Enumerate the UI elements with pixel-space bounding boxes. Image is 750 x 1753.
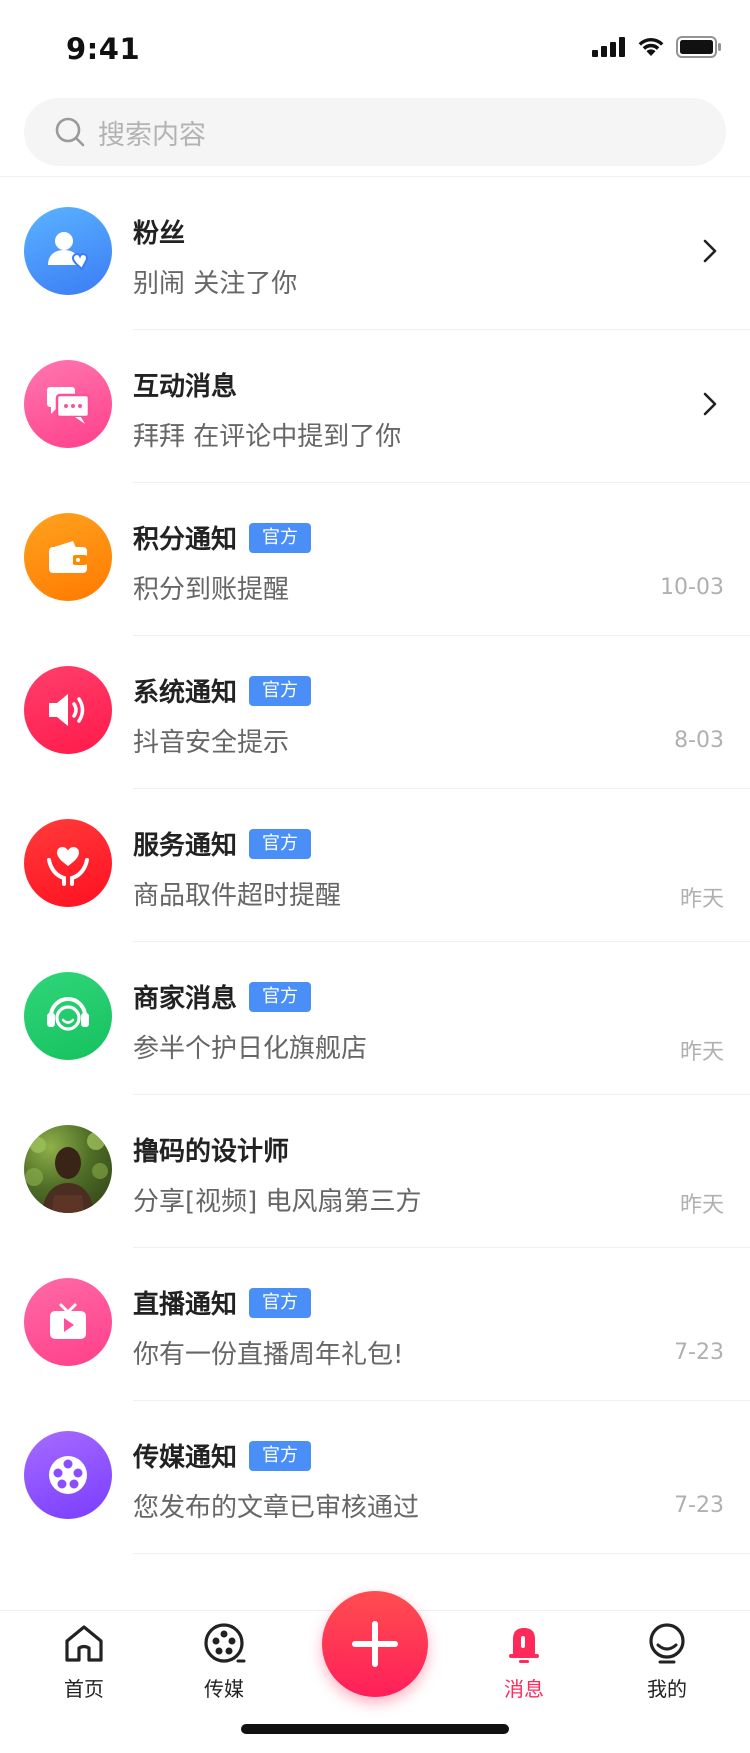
- heart-hands-icon: [24, 819, 112, 907]
- message-row-points[interactable]: 积分通知 官方 积分到账提醒 10-03: [0, 483, 750, 636]
- message-row-media[interactable]: 传媒通知 官方 您发布的文章已审核通过 7-23: [0, 1401, 750, 1554]
- battery-icon: [676, 36, 721, 58]
- film-reel-icon: [202, 1621, 246, 1665]
- message-title: 互动消息: [133, 372, 238, 402]
- tab-messages[interactable]: 消息: [469, 1621, 579, 1702]
- message-list: 粉丝 别闹 关注了你 互动消息 拜拜 在评论中提到了你 积分通知 官方 积分到账…: [0, 177, 750, 1554]
- message-title-line: 系统通知 官方: [133, 672, 312, 709]
- message-title-line: 粉丝: [133, 213, 185, 250]
- message-time: 10-03: [660, 575, 724, 600]
- speaker-icon: [24, 666, 112, 754]
- message-subtitle: 你有一份直播周年礼包!: [133, 1340, 404, 1370]
- wifi-icon: [638, 38, 664, 56]
- message-title-line: 互动消息: [133, 366, 237, 403]
- message-title-line: 商家消息 官方: [133, 978, 312, 1015]
- tab-label: 首页: [64, 1677, 104, 1701]
- message-subtitle: 商品取件超时提醒: [133, 881, 342, 911]
- message-subtitle: 抖音安全提示: [133, 728, 290, 758]
- message-row-service[interactable]: 服务通知 官方 商品取件超时提醒 昨天: [0, 789, 750, 942]
- official-badge: 官方: [249, 1287, 312, 1318]
- headset-icon: [24, 972, 112, 1060]
- home-icon: [62, 1621, 106, 1665]
- message-time: 8-03: [674, 728, 724, 753]
- status-icons: [592, 36, 722, 58]
- message-row-system[interactable]: 系统通知 官方 抖音安全提示 8-03: [0, 636, 750, 789]
- profile-icon: [645, 1621, 689, 1665]
- message-title: 服务通知: [133, 831, 238, 861]
- chevron-right-icon: [703, 239, 717, 263]
- message-row-designer[interactable]: 撸码的设计师 分享[视频] 电风扇第三方 昨天: [0, 1095, 750, 1248]
- tv-icon: [24, 1278, 112, 1366]
- message-subtitle: 您发布的文章已审核通过: [133, 1493, 420, 1523]
- signal-icon: [592, 37, 625, 57]
- search-input[interactable]: 搜索内容: [98, 113, 206, 152]
- fans-icon: [24, 207, 112, 295]
- official-badge: 官方: [249, 1440, 312, 1471]
- tab-home[interactable]: 首页: [29, 1621, 139, 1702]
- tab-label: 我的: [647, 1677, 687, 1701]
- message-subtitle: 拜拜 在评论中提到了你: [133, 422, 402, 452]
- search-bar[interactable]: 搜索内容: [24, 98, 726, 166]
- home-indicator: [241, 1724, 509, 1734]
- official-badge: 官方: [249, 828, 312, 859]
- message-title: 商家消息: [133, 984, 238, 1014]
- chat-icon: [24, 360, 112, 448]
- message-title-line: 积分通知 官方: [133, 519, 312, 556]
- tab-label: 消息: [504, 1677, 544, 1701]
- divider: [133, 1553, 750, 1554]
- search-icon: [54, 116, 86, 148]
- wallet-icon: [24, 513, 112, 601]
- message-time: 7-23: [674, 1340, 724, 1365]
- message-time: 昨天: [679, 887, 724, 912]
- tab-media[interactable]: 传媒: [169, 1621, 279, 1702]
- message-row-fans[interactable]: 粉丝 别闹 关注了你: [0, 177, 750, 330]
- message-time: 昨天: [679, 1040, 724, 1065]
- user-photo-avatar: [24, 1125, 112, 1213]
- official-badge: 官方: [249, 981, 312, 1012]
- create-button[interactable]: [322, 1591, 428, 1697]
- message-time: 昨天: [679, 1193, 724, 1218]
- message-row-live[interactable]: 直播通知 官方 你有一份直播周年礼包! 7-23: [0, 1248, 750, 1401]
- message-row-merchant[interactable]: 商家消息 官方 参半个护日化旗舰店 昨天: [0, 942, 750, 1095]
- message-title: 撸码的设计师: [133, 1137, 290, 1167]
- official-badge: 官方: [249, 522, 312, 553]
- message-title: 直播通知: [133, 1290, 238, 1320]
- status-time: 9:41: [66, 32, 141, 66]
- message-row-interaction[interactable]: 互动消息 拜拜 在评论中提到了你: [0, 330, 750, 483]
- message-title-line: 撸码的设计师: [133, 1131, 289, 1168]
- message-time: 7-23: [674, 1493, 724, 1518]
- chevron-right-icon: [703, 392, 717, 416]
- message-title-line: 传媒通知 官方: [133, 1437, 312, 1474]
- message-title: 传媒通知: [133, 1443, 238, 1473]
- film-reel-icon: [24, 1431, 112, 1519]
- status-bar: 9:41: [0, 0, 750, 98]
- message-subtitle: 参半个护日化旗舰店: [133, 1034, 368, 1064]
- message-title: 系统通知: [133, 678, 238, 708]
- message-title: 积分通知: [133, 525, 238, 555]
- plus-icon: [352, 1621, 398, 1667]
- tab-label: 传媒: [204, 1677, 244, 1701]
- message-subtitle: 分享[视频] 电风扇第三方: [133, 1187, 422, 1217]
- message-subtitle: 别闹 关注了你: [133, 269, 298, 299]
- official-badge: 官方: [249, 675, 312, 706]
- message-title-line: 服务通知 官方: [133, 825, 312, 862]
- message-subtitle: 积分到账提醒: [133, 575, 290, 605]
- message-title: 粉丝: [133, 219, 186, 249]
- bell-icon: [502, 1621, 546, 1665]
- message-title-line: 直播通知 官方: [133, 1284, 312, 1321]
- tab-mine[interactable]: 我的: [612, 1621, 722, 1702]
